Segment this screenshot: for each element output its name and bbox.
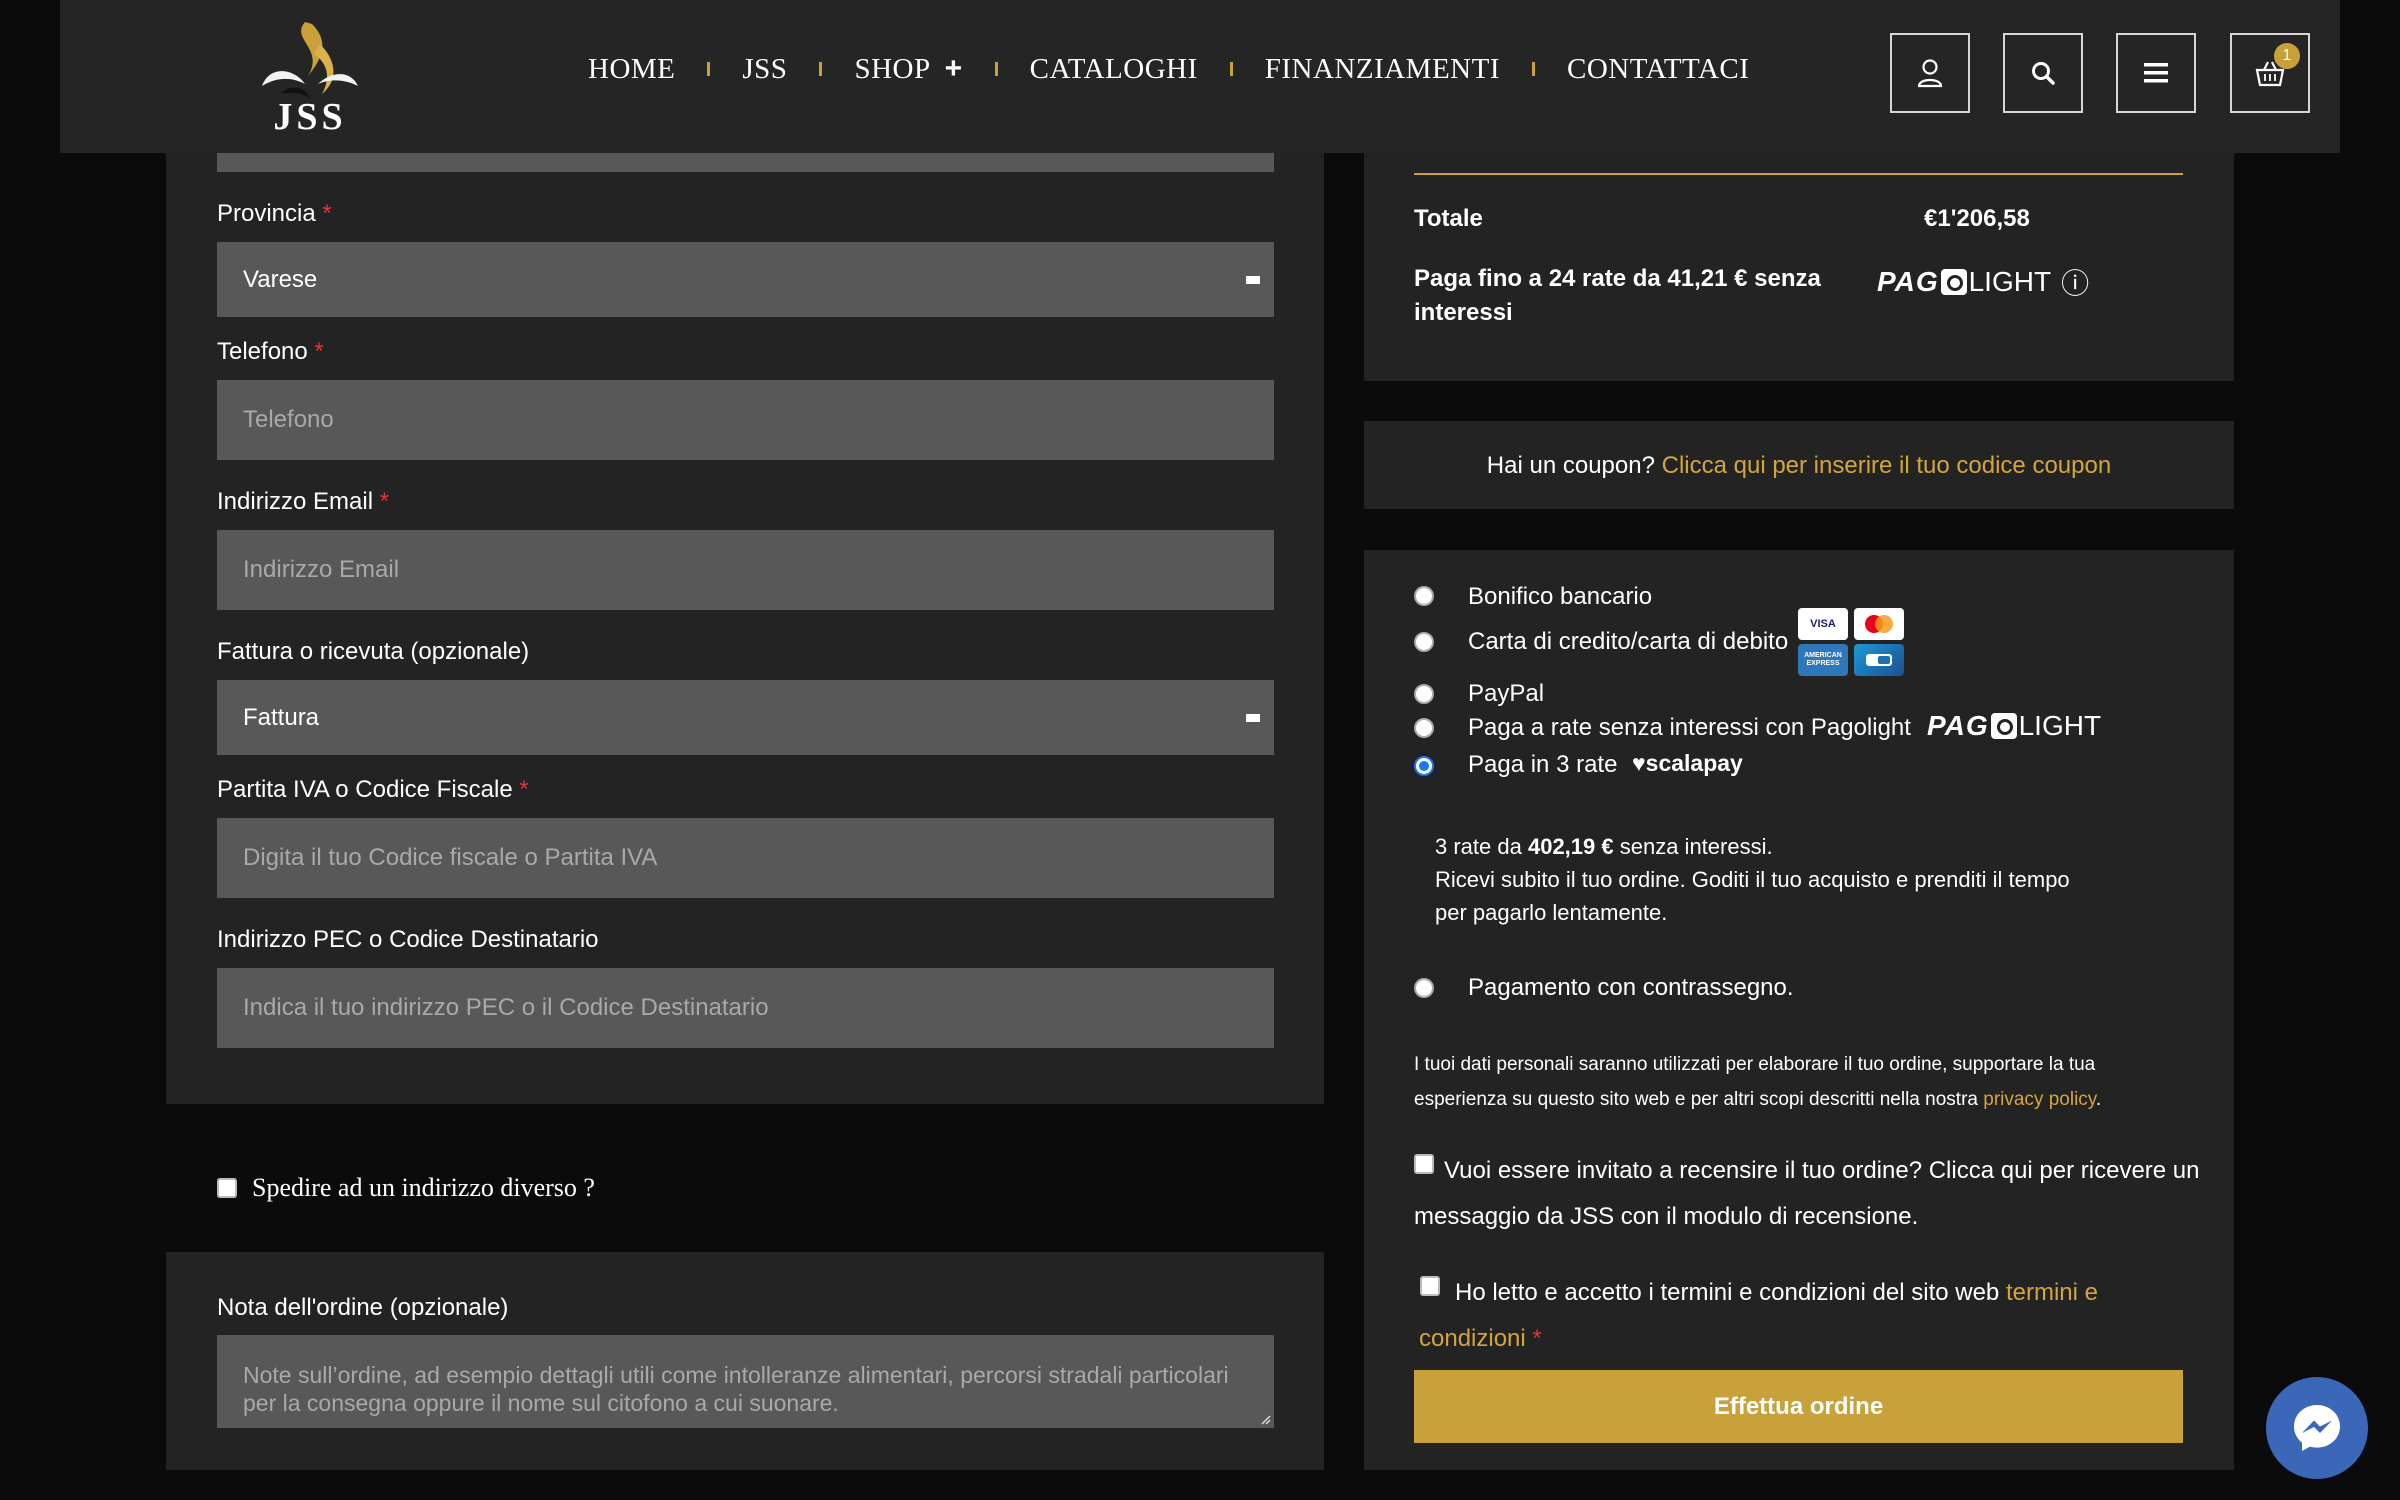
cart-count-badge: 1 — [2274, 43, 2300, 69]
method-bonifico-label: Bonifico bancario — [1468, 583, 1653, 610]
piva-label: Partita IVA o Codice Fiscale * — [217, 776, 529, 803]
telefono-input[interactable]: Telefono — [217, 380, 1274, 460]
method-paypal-label: PayPal — [1468, 680, 1545, 707]
messenger-icon — [2294, 1405, 2340, 1451]
pagolight-offer-line1: Paga fino a 24 rate da 41,21 € senza — [1414, 265, 1821, 292]
coupon-link[interactable]: Clicca qui per inserire il tuo codice co… — [1662, 452, 2112, 479]
total-value: €1'206,58 — [1924, 205, 2030, 232]
logo-text: JSS — [273, 96, 347, 138]
privacy-policy-link[interactable]: privacy policy — [1983, 1089, 2096, 1110]
provincia-label: Provincia * — [217, 200, 332, 227]
logo-emblem-icon — [262, 22, 358, 98]
place-order-button[interactable]: Effettua ordine — [1414, 1370, 2183, 1443]
pagolight-method-logo: PAG LIGHT — [1927, 710, 2102, 741]
nav-separator — [994, 62, 998, 76]
pagolight-offer-line2: interessi — [1414, 299, 1513, 326]
telefono-label: Telefono * — [217, 338, 324, 365]
pec-input[interactable]: Indica il tuo indirizzo PEC o il Codice … — [217, 968, 1274, 1048]
site-header: JSS HOME JSS SHOP + CATALOGHI FINANZIAMEN… — [60, 0, 2340, 153]
radio-pagolight[interactable] — [1414, 718, 1434, 738]
nav-separator — [819, 62, 823, 76]
select-arrow-icon — [1246, 713, 1260, 722]
order-summary-panel — [1364, 120, 2234, 381]
email-input[interactable]: Indirizzo Email — [217, 530, 1274, 610]
cb-card-icon — [1854, 644, 1904, 676]
menu-icon — [2144, 63, 2168, 83]
terms-link-2[interactable]: condizioni — [1419, 1325, 1526, 1352]
cart-button[interactable]: 1 — [2230, 33, 2310, 113]
pec-label: Indirizzo PEC o Codice Destinatario — [217, 926, 599, 953]
order-note-label: Nota dell'ordine (opzionale) — [217, 1294, 509, 1321]
total-label: Totale — [1414, 205, 1483, 232]
nav-jss[interactable]: JSS — [742, 53, 787, 86]
nav-home[interactable]: HOME — [588, 53, 675, 86]
account-button[interactable] — [1890, 33, 1970, 113]
nav-contattaci[interactable]: CONTATTACI — [1567, 53, 1749, 86]
main-nav: HOME JSS SHOP + CATALOGHI FINANZIAMENTI C… — [588, 52, 1749, 86]
user-icon — [1917, 59, 1943, 88]
terms-link[interactable]: termini e — [2006, 1279, 2098, 1306]
summary-divider — [1414, 173, 2183, 175]
terms-text: Ho letto e accetto i termini e condizion… — [1419, 1279, 2098, 1352]
info-icon[interactable]: ⓘ — [2061, 262, 2090, 302]
fattura-label: Fattura o ricevuta (opzionale) — [217, 638, 530, 665]
coupon-text: Hai un coupon? Clicca qui per inserire i… — [1486, 452, 2112, 479]
radio-paypal[interactable] — [1414, 684, 1434, 704]
nav-separator — [1531, 62, 1535, 76]
privacy-text: I tuoi dati personali saranno utilizzati… — [1414, 1054, 2102, 1110]
email-label: Indirizzo Email * — [217, 488, 390, 515]
pagolight-logo: PAG LIGHT ⓘ — [1877, 262, 2090, 302]
piva-input[interactable]: Digita il tuo Codice fiscale o Partita I… — [217, 818, 1274, 898]
provincia-select[interactable]: Varese — [217, 242, 1274, 317]
fattura-select[interactable]: Fattura — [217, 680, 1274, 755]
radio-carta[interactable] — [1414, 632, 1434, 652]
scalapay-description: 3 rate da 402,19 € senza interessi. Rice… — [1435, 834, 2070, 925]
nav-separator — [1229, 62, 1233, 76]
order-note-textarea[interactable]: Note sull’ordine, ad esempio dettagli ut… — [217, 1335, 1274, 1428]
ship-different-label: Spedire ad un indirizzo diverso ? — [252, 1173, 595, 1202]
mastercard-icon — [1854, 608, 1904, 640]
method-pagolight-label: Paga a rate senza interessi con Pagoligh… — [1468, 714, 1911, 741]
messenger-chat-button[interactable] — [2266, 1377, 2368, 1479]
radio-scalapay[interactable] — [1414, 756, 1434, 776]
nav-separator — [707, 62, 711, 76]
search-button[interactable] — [2003, 33, 2083, 113]
radio-contrassegno[interactable] — [1414, 978, 1434, 998]
menu-button[interactable] — [2116, 33, 2196, 113]
visa-card-icon: VISA — [1798, 608, 1848, 640]
method-contrassegno-label: Pagamento con contrassegno. — [1468, 974, 1794, 1001]
search-icon — [2032, 62, 2055, 85]
resize-handle-icon[interactable] — [1259, 1413, 1271, 1425]
jss-logo[interactable]: JSS — [250, 14, 370, 139]
scalapay-logo: ♥scalapay — [1632, 750, 1743, 776]
radio-bonifico[interactable] — [1414, 586, 1434, 606]
plus-icon[interactable]: + — [945, 52, 963, 85]
method-carta-label: Carta di credito/carta di debito — [1468, 628, 1789, 655]
amex-card-icon: AMERICAN EXPRESS — [1798, 644, 1848, 676]
nav-finanziamenti[interactable]: FINANZIAMENTI — [1265, 53, 1500, 86]
nav-cataloghi[interactable]: CATALOGHI — [1030, 53, 1198, 86]
ship-different-checkbox[interactable] — [217, 1178, 237, 1198]
nav-shop[interactable]: SHOP + — [854, 52, 962, 86]
select-arrow-icon — [1246, 275, 1260, 284]
method-scalapay-label: Paga in 3 rate — [1468, 751, 1618, 778]
review-text: Vuoi essere invitato a recensire il tuo … — [1414, 1157, 2200, 1230]
